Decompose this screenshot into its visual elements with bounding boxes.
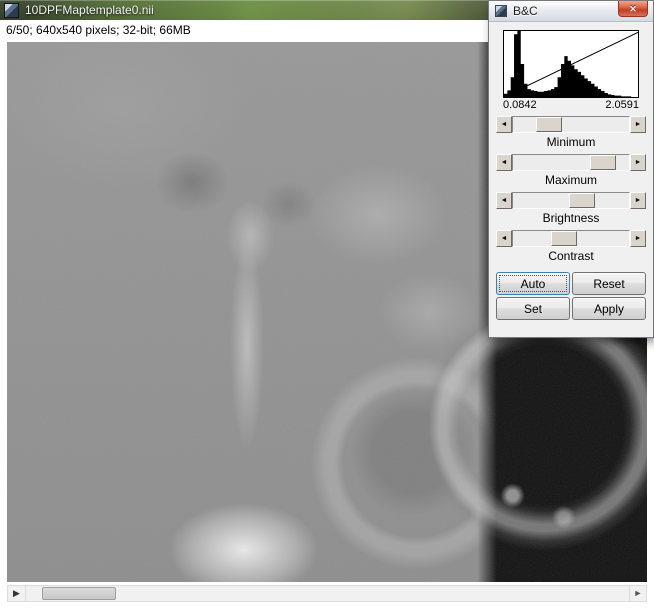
apply-button[interactable]: Apply: [572, 297, 646, 320]
bc-dialog: B&C ✕ 0.0842 2.0591 ◄ ► Minimum ◄ ► Maxi…: [488, 0, 654, 338]
stack-scrollbar-track[interactable]: [26, 586, 629, 601]
bc-dialog-title: B&C: [513, 4, 538, 18]
set-button[interactable]: Set: [496, 297, 570, 320]
histogram-panel: [503, 30, 639, 98]
minimum-slider-left-arrow[interactable]: ◄: [496, 116, 512, 133]
contrast-slider-thumb[interactable]: [550, 231, 577, 246]
right-arrow-icon: ►: [634, 121, 642, 128]
brightness-slider-track[interactable]: [512, 192, 630, 209]
right-arrow-icon: ►: [634, 159, 642, 166]
auto-button[interactable]: Auto: [496, 272, 570, 295]
image-window-title: 10DPFMaptemplate0.nii: [25, 3, 154, 17]
reset-button[interactable]: Reset: [572, 272, 646, 295]
right-arrow-icon: ►: [634, 235, 642, 242]
maximum-slider[interactable]: ◄ ►: [496, 154, 646, 171]
right-arrow-icon: ►: [633, 588, 643, 598]
bc-button-grid: Auto Reset Set Apply: [496, 272, 646, 320]
brightness-slider[interactable]: ◄ ►: [496, 192, 646, 209]
histogram-min-value: 0.0842: [503, 99, 537, 111]
left-arrow-icon: ◄: [500, 159, 508, 166]
contrast-slider-right-arrow[interactable]: ►: [630, 230, 646, 247]
minimum-slider-thumb[interactable]: [535, 117, 562, 132]
stack-scrollbar-thumb[interactable]: [41, 587, 116, 600]
maximum-slider-thumb[interactable]: [589, 155, 616, 170]
close-button[interactable]: ✕: [618, 1, 648, 17]
contrast-slider[interactable]: ◄ ►: [496, 230, 646, 247]
minimum-label: Minimum: [546, 135, 596, 149]
minimum-slider-right-arrow[interactable]: ►: [630, 116, 646, 133]
contrast-slider-track[interactable]: [512, 230, 630, 247]
bc-dialog-icon: [495, 5, 507, 17]
contrast-slider-left-arrow[interactable]: ◄: [496, 230, 512, 247]
brightness-slider-thumb[interactable]: [568, 193, 595, 208]
maximum-slider-right-arrow[interactable]: ►: [630, 154, 646, 171]
stack-scrollbar: ▶ ►: [7, 585, 647, 602]
contrast-label: Contrast: [548, 249, 594, 263]
brightness-slider-right-arrow[interactable]: ►: [630, 192, 646, 209]
maximum-slider-left-arrow[interactable]: ◄: [496, 154, 512, 171]
imagej-app-icon: [4, 2, 19, 18]
brightness-slider-left-arrow[interactable]: ◄: [496, 192, 512, 209]
histogram-max-value: 2.0591: [605, 99, 639, 111]
brightness-label: Brightness: [542, 211, 600, 225]
maximum-slider-track[interactable]: [512, 154, 630, 171]
left-arrow-icon: ◄: [500, 121, 508, 128]
play-icon: ▶: [13, 588, 20, 598]
right-arrow-icon: ►: [634, 197, 642, 204]
minimum-slider-track[interactable]: [512, 116, 630, 133]
stack-scrollbar-right-arrow[interactable]: ►: [629, 586, 646, 601]
minimum-slider[interactable]: ◄ ►: [496, 116, 646, 133]
left-arrow-icon: ◄: [500, 197, 508, 204]
play-button[interactable]: ▶: [8, 586, 26, 601]
maximum-label: Maximum: [544, 173, 597, 187]
left-arrow-icon: ◄: [500, 235, 508, 242]
bc-dialog-titlebar[interactable]: B&C ✕: [489, 1, 653, 22]
close-icon: ✕: [629, 3, 637, 14]
